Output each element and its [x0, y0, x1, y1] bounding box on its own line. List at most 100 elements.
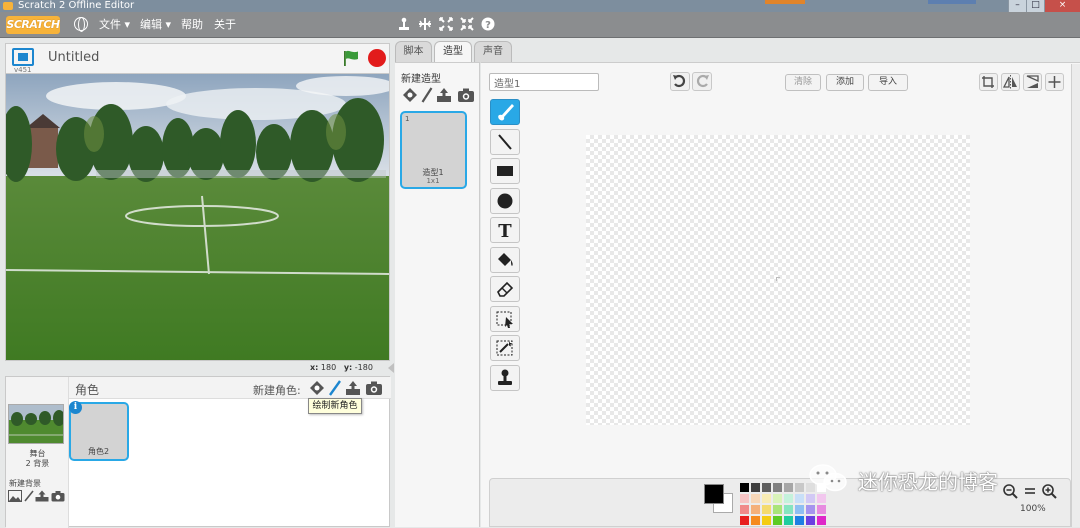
upload-sprite-icon[interactable] [345, 380, 361, 396]
grow-icon[interactable] [438, 17, 454, 33]
flip-horizontal-icon[interactable] [1001, 73, 1020, 91]
flip-vertical-icon[interactable] [1023, 73, 1042, 91]
upload-costume-icon[interactable] [436, 87, 452, 103]
stage-header: v451 Untitled [5, 43, 390, 74]
ellipse-tool-button[interactable] [490, 188, 520, 214]
sprites-heading: 角色 [75, 383, 100, 397]
zoom-in-icon[interactable] [1041, 483, 1057, 499]
palette-swatch[interactable] [784, 494, 793, 503]
palette-swatch[interactable] [762, 494, 771, 503]
palette-swatch[interactable] [817, 494, 826, 503]
tab-scripts[interactable]: 脚本 [395, 41, 432, 63]
menu-about[interactable]: 关于 [214, 18, 236, 32]
ellipse-icon [497, 193, 513, 209]
palette-swatch[interactable] [784, 483, 793, 492]
zoom-reset-icon[interactable] [1023, 484, 1037, 498]
palette-swatch[interactable] [773, 516, 782, 525]
costume-size: 1x1 [426, 177, 440, 185]
collapse-stage-arrow-icon[interactable] [388, 363, 394, 373]
palette-swatch[interactable] [773, 494, 782, 503]
costume-name-input[interactable] [489, 73, 599, 91]
undo-icon[interactable] [670, 72, 690, 91]
set-costume-center-icon[interactable] [979, 73, 998, 91]
stage-thumbnail[interactable] [8, 404, 64, 444]
tab-costumes[interactable]: 造型 [434, 41, 472, 63]
palette-swatch[interactable] [806, 505, 815, 514]
zoom-out-icon[interactable] [1002, 483, 1018, 499]
fill-tool-button[interactable] [490, 247, 520, 273]
palette-swatch[interactable] [740, 505, 749, 514]
palette-swatch[interactable] [795, 516, 804, 525]
palette-swatch[interactable] [817, 516, 826, 525]
menu-file[interactable]: 文件 ▾ [99, 18, 130, 32]
stop-icon[interactable] [368, 49, 386, 67]
line-tool-button[interactable] [490, 129, 520, 155]
palette-swatch[interactable] [762, 483, 771, 492]
palette-swatch[interactable] [773, 505, 782, 514]
costume-camera-icon[interactable] [457, 87, 475, 103]
palette-swatch[interactable] [806, 494, 815, 503]
palette-swatch[interactable] [751, 505, 760, 514]
close-button[interactable]: × [1044, 0, 1080, 12]
palette-swatch[interactable] [740, 516, 749, 525]
scratch-logo[interactable]: SCRATCH [6, 16, 60, 34]
palette-swatch[interactable] [795, 505, 804, 514]
maximize-button[interactable]: □ [1026, 0, 1044, 12]
palette-swatch[interactable] [817, 505, 826, 514]
text-tool-button[interactable]: T [490, 217, 520, 243]
palette-swatch[interactable] [795, 483, 804, 492]
select-tool-button[interactable] [490, 306, 520, 332]
palette-swatch[interactable] [751, 483, 760, 492]
add-costume-plus-icon[interactable] [1045, 73, 1064, 91]
paint-new-costume-icon[interactable] [421, 87, 433, 103]
costume-item[interactable]: 1 造型1 1x1 [400, 111, 467, 189]
camera-icon[interactable] [365, 380, 383, 396]
fullscreen-icon[interactable] [12, 48, 34, 66]
clear-button[interactable]: 清除 [785, 74, 821, 91]
magic-wand-icon [496, 340, 513, 356]
green-flag-icon[interactable] [342, 49, 360, 67]
palette-swatch[interactable] [806, 516, 815, 525]
help-question-icon[interactable]: ? [480, 17, 496, 33]
stage-canvas[interactable] [5, 73, 390, 361]
paint-new-backdrop-icon[interactable] [24, 490, 34, 502]
palette-swatch[interactable] [784, 516, 793, 525]
shrink-icon[interactable] [459, 17, 475, 33]
stamp-tool-button[interactable] [490, 365, 520, 391]
tab-sounds[interactable]: 声音 [474, 41, 512, 63]
eraser-tool-button[interactable] [490, 276, 520, 302]
choose-sprite-from-library-icon[interactable] [309, 380, 325, 396]
palette-swatch[interactable] [784, 505, 793, 514]
project-title[interactable]: Untitled [48, 50, 99, 65]
duplicate-stamp-icon[interactable] [396, 17, 412, 33]
paint-new-sprite-icon[interactable] [328, 380, 342, 396]
palette-swatch[interactable] [751, 516, 760, 525]
palette-swatch[interactable] [795, 494, 804, 503]
add-button[interactable]: 添加 [826, 74, 864, 91]
backdrop-camera-icon[interactable] [51, 490, 65, 502]
editor-scrollbar[interactable] [1071, 64, 1080, 527]
delete-cut-icon[interactable] [417, 17, 433, 33]
menu-help[interactable]: 帮助 [181, 18, 203, 32]
choose-backdrop-icon[interactable] [8, 490, 22, 502]
palette-swatch[interactable] [751, 494, 760, 503]
palette-swatch[interactable] [740, 494, 749, 503]
palette-swatch[interactable] [773, 483, 782, 492]
remove-background-tool-button[interactable] [490, 335, 520, 361]
sprite-info-icon[interactable]: i [69, 401, 82, 414]
palette-swatch[interactable] [762, 505, 771, 514]
brush-tool-button[interactable] [490, 99, 520, 125]
import-button[interactable]: 导入 [868, 74, 908, 91]
redo-icon[interactable] [692, 72, 712, 91]
language-globe-icon[interactable] [74, 17, 88, 32]
upload-backdrop-icon[interactable] [35, 490, 49, 502]
rectangle-tool-button[interactable] [490, 158, 520, 184]
palette-swatch[interactable] [740, 483, 749, 492]
watermark-text: 迷你恐龙的博客 [858, 470, 998, 494]
choose-costume-from-library-icon[interactable] [402, 87, 418, 103]
line-icon [498, 134, 512, 150]
menu-edit[interactable]: 编辑 ▾ [140, 18, 171, 32]
palette-swatch[interactable] [762, 516, 771, 525]
minimize-button[interactable]: – [1008, 0, 1026, 12]
paint-canvas[interactable] [586, 135, 970, 425]
